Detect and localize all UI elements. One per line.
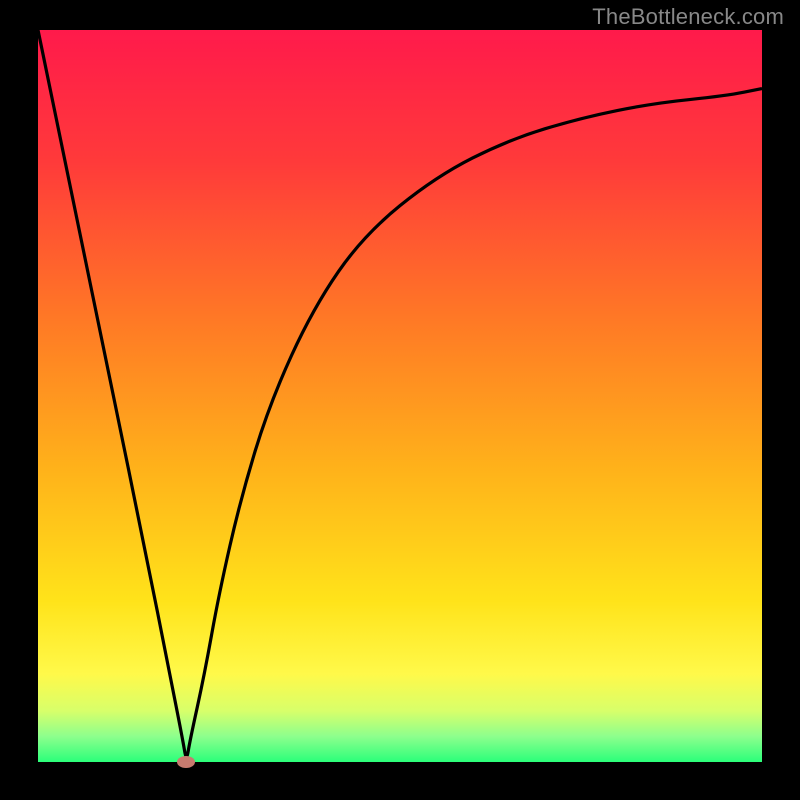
attribution-text: TheBottleneck.com (592, 4, 784, 30)
chart-container: TheBottleneck.com (0, 0, 800, 800)
bottleneck-curve (38, 30, 762, 762)
optimum-marker (177, 756, 195, 768)
plot-frame (38, 30, 762, 762)
curve-path (38, 30, 762, 757)
